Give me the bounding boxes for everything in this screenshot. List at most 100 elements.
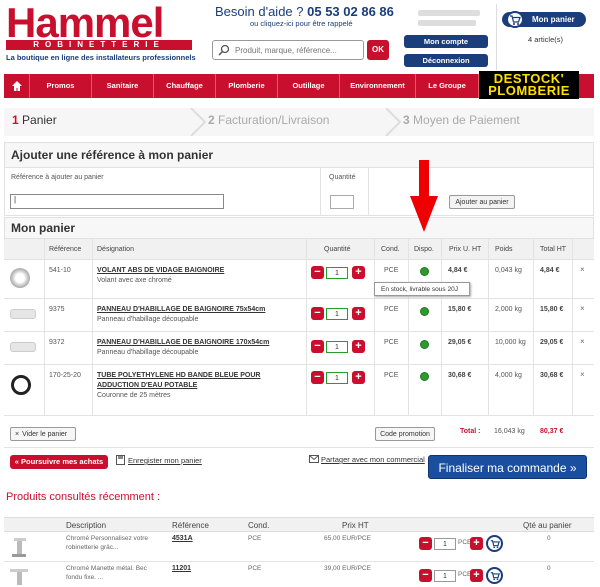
col-designation: Désignation [97, 246, 134, 253]
cart-button[interactable]: Mon panier [502, 11, 586, 28]
recent-price: 65,00 EUR/PCE [324, 535, 371, 542]
col-quantity: Quantité [324, 246, 351, 253]
destock-banner[interactable]: DESTOCK' PLOMBERIE [479, 71, 579, 99]
product-thumbnail[interactable] [11, 375, 31, 395]
add-qty-input[interactable] [330, 195, 354, 209]
logo[interactable]: Hammel [6, 2, 164, 44]
recent-in-cart: 0 [547, 535, 551, 542]
promo-code-button[interactable]: Code promotion [375, 427, 435, 441]
add-ref-divider [320, 168, 321, 216]
step-chevron-icon [190, 108, 207, 136]
product-thumbnail[interactable] [8, 565, 30, 587]
clear-cart-button[interactable]: × Vider le panier [10, 427, 76, 441]
remove-item-icon[interactable]: × [580, 370, 585, 379]
recent-ref-link[interactable]: 11201 [172, 565, 191, 572]
in-stock-indicator[interactable] [420, 307, 429, 316]
row-cond: PCE [384, 339, 399, 346]
decrease-qty-button[interactable]: − [311, 340, 324, 353]
help-phone[interactable]: 05 53 02 86 86 [307, 4, 394, 19]
cart-row: 9375 PANNEAU D'HABILLAGE DE BAIGNOIRE 75… [4, 299, 594, 332]
recent-row: Chromé Personnalisez votre robinetterie … [4, 532, 594, 562]
decrease-qty-button[interactable]: − [311, 307, 324, 320]
increase-qty-button[interactable]: + [470, 569, 483, 582]
qty-field[interactable]: 1 [434, 570, 456, 582]
product-thumbnail[interactable] [10, 342, 36, 352]
annotation-arrow-shaft [419, 160, 429, 198]
product-name-link-line2[interactable]: ADDUCTION D'EAU POTABLE [97, 382, 197, 389]
header-divider [496, 4, 497, 70]
remove-item-icon[interactable]: × [580, 304, 585, 313]
decrease-qty-button[interactable]: − [419, 537, 432, 550]
recent-cond: PCE [248, 535, 262, 542]
recent-price: 39,00 EUR/PCE [324, 565, 371, 572]
in-stock-indicator[interactable] [420, 267, 429, 276]
product-description: Panneau d'habillage découpable [97, 316, 199, 323]
increase-qty-button[interactable]: + [352, 340, 365, 353]
qty-field[interactable]: 1 [434, 538, 456, 550]
save-cart-link[interactable]: Enregister mon panier [128, 456, 202, 465]
recent-col-description: Description [66, 521, 107, 530]
nav-item-plomberie[interactable]: Plomberie [216, 74, 278, 98]
nav-item-sanitaire[interactable]: Sanitaire [92, 74, 154, 98]
nav-item-outillage[interactable]: Outillage [278, 74, 340, 98]
increase-qty-button[interactable]: + [352, 307, 365, 320]
increase-qty-button[interactable]: + [352, 266, 365, 279]
nav-item-chauffage[interactable]: Chauffage [154, 74, 216, 98]
recent-col-reference: Référence [172, 521, 209, 530]
logout-button[interactable]: Déconnexion [404, 54, 488, 67]
search-ok-button[interactable]: OK [367, 40, 389, 60]
remove-item-icon[interactable]: × [580, 265, 585, 274]
product-thumbnail[interactable] [8, 536, 30, 558]
row-weight: 10,000 kg [495, 339, 526, 346]
save-icon [116, 455, 125, 465]
share-with-sales-link[interactable]: Partager avec mon commercial [321, 455, 425, 464]
recent-col-cond: Cond. [248, 521, 270, 530]
row-unit-price: 30,68 € [448, 372, 472, 379]
recent-desc-line2: robinetterie grâc... [66, 544, 119, 551]
step-facturation: 2 Facturation/Livraison [208, 113, 329, 127]
step-paiement: 3 Moyen de Paiement [403, 113, 520, 127]
decrease-qty-button[interactable]: − [311, 266, 324, 279]
search-input[interactable] [235, 43, 360, 57]
recent-ref-link[interactable]: 4531A [172, 535, 193, 542]
in-stock-indicator[interactable] [420, 340, 429, 349]
qty-field[interactable]: 1 [326, 308, 348, 320]
row-total: 15,80 € [540, 306, 564, 313]
step-chevron-icon [385, 108, 402, 136]
search-box [212, 40, 364, 60]
product-thumbnail[interactable] [10, 309, 36, 319]
increase-qty-button[interactable]: + [352, 371, 365, 384]
nav-item-environnement[interactable]: Environnement [340, 74, 416, 98]
callback-link[interactable]: ou cliquez-ici pour être rappelé [250, 19, 353, 28]
product-name-link[interactable]: TUBE POLYETHYLENE HD BANDE BLEUE POUR [97, 372, 260, 379]
decrease-qty-button[interactable]: − [419, 569, 432, 582]
decrease-qty-button[interactable]: − [311, 371, 324, 384]
row-reference: 9372 [49, 339, 65, 346]
add-to-cart-icon[interactable] [486, 567, 503, 584]
qty-field[interactable]: 1 [326, 267, 348, 279]
remove-item-icon[interactable]: × [580, 337, 585, 346]
product-name-link[interactable]: VOLANT ABS DE VIDAGE BAIGNOIRE [97, 267, 224, 274]
recent-row: Chromé Manette métal. Bec fondu fixe. ..… [4, 562, 594, 587]
product-name-link[interactable]: PANNEAU D'HABILLAGE DE BAIGNOIRE 75x54cm [97, 306, 265, 313]
nav-item-promos[interactable]: Promos [30, 74, 92, 98]
col-unit-price: Prix U. HT [449, 246, 482, 253]
reference-input-value: | [14, 195, 17, 204]
clear-icon: × [15, 431, 20, 438]
my-account-button[interactable]: Mon compte [404, 35, 488, 48]
continue-shopping-button[interactable]: « Poursuivre mes achats [10, 455, 108, 469]
cart-icon [506, 11, 524, 28]
col-dispo: Dispo. [414, 246, 434, 253]
add-to-cart-button[interactable]: Ajouter au panier [449, 195, 515, 209]
reference-input[interactable]: | [10, 194, 224, 209]
qty-field[interactable]: 1 [326, 341, 348, 353]
product-name-link[interactable]: PANNEAU D'HABILLAGE DE BAIGNOIRE 170x54c… [97, 339, 269, 346]
home-icon[interactable] [4, 74, 30, 98]
add-to-cart-icon[interactable] [486, 535, 503, 552]
increase-qty-button[interactable]: + [470, 537, 483, 550]
product-thumbnail[interactable] [10, 268, 30, 288]
nav-item-le-groupe[interactable]: Le Groupe [416, 74, 479, 98]
qty-field[interactable]: 1 [326, 372, 348, 384]
finalize-order-button[interactable]: Finaliser ma commande » [428, 455, 587, 479]
in-stock-indicator[interactable] [420, 372, 429, 381]
